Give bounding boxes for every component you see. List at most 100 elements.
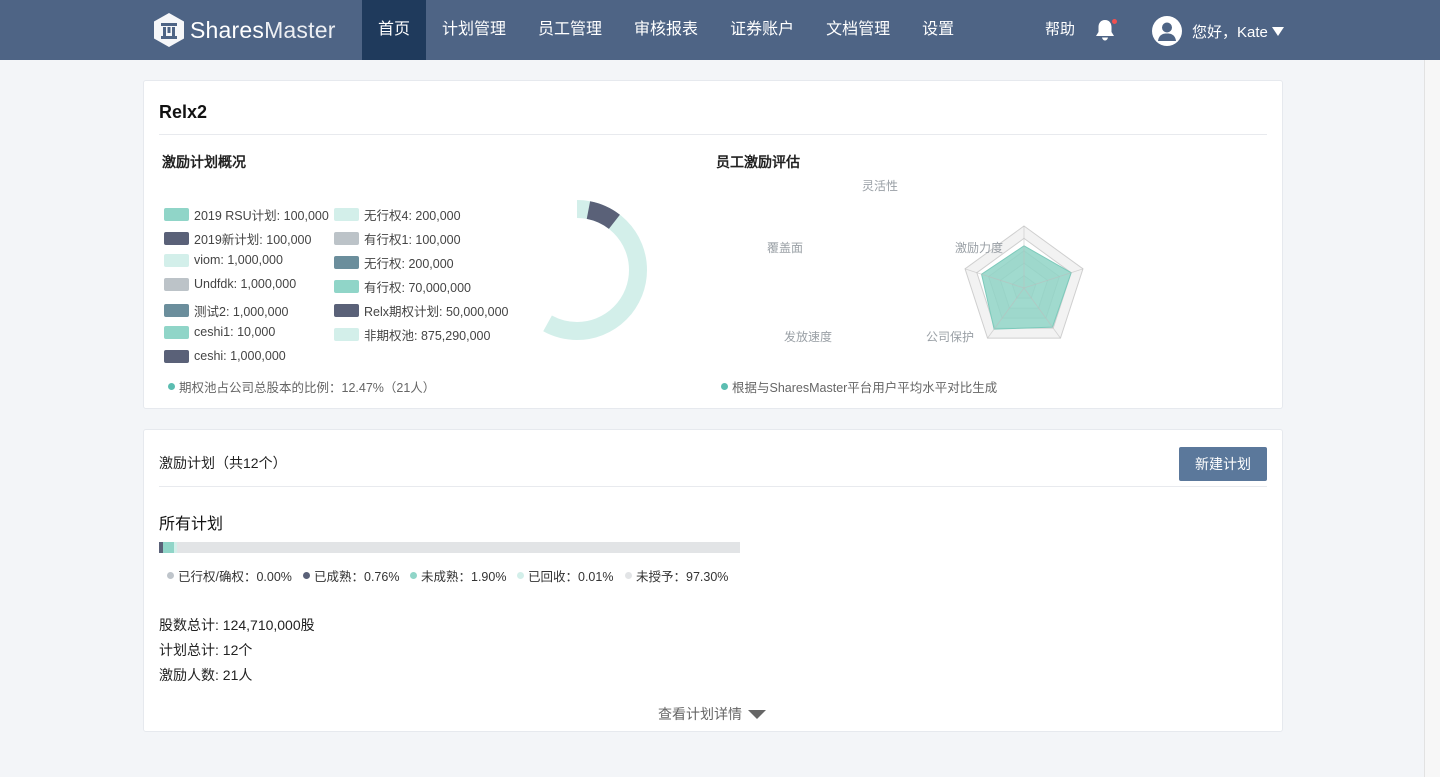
all-plans-title: 所有计划	[159, 516, 224, 533]
legend-item[interactable]: Relx期权计划: 50,000,000	[334, 301, 509, 320]
legend-swatch	[164, 253, 189, 267]
top-navbar: SharesMaster 首页 计划管理 员工管理 审核报表 证券账户 文档管理…	[0, 0, 1440, 60]
legend-swatch	[334, 280, 359, 293]
legend-item[interactable]: viom: 1,000,000	[164, 253, 283, 267]
breakdown-legend-item: 已行权/确权：0.00%	[167, 566, 292, 585]
brand-name: SharesMaster	[190, 16, 336, 43]
overview-card: Relx2 激励计划概况 2019 RSU计划: 100,000 2019新计划…	[143, 80, 1283, 409]
legend-label: 测试2: 1,000,000	[194, 305, 289, 319]
nav-item-review-reports[interactable]: 审核报表	[618, 0, 714, 60]
nav-item-document-management[interactable]: 文档管理	[810, 0, 906, 60]
breakdown-legend-item: 已成熟：0.76%	[303, 566, 399, 585]
breakdown-label: 已行权/确权：0.00%	[178, 570, 292, 584]
plan-breakdown-bar	[159, 542, 740, 553]
main-nav: 首页 计划管理 员工管理 审核报表 证券账户 文档管理 设置	[362, 0, 970, 60]
legend-dot	[410, 572, 417, 579]
legend-swatch	[334, 304, 359, 317]
legend-label: viom: 1,000,000	[194, 253, 283, 267]
nav-item-home[interactable]: 首页	[362, 0, 427, 60]
legend-swatch	[164, 232, 189, 245]
view-plan-details-link[interactable]: 查看计划详情	[658, 704, 766, 724]
legend-swatch	[164, 208, 189, 221]
nav-item-securities-account[interactable]: 证券账户	[714, 0, 810, 60]
legend-swatch	[334, 208, 359, 221]
legend-swatch	[164, 349, 189, 363]
evaluation-radar-chart	[964, 225, 1084, 339]
breakdown-label: 未成熟：1.90%	[421, 570, 507, 584]
legend-swatch	[334, 328, 359, 341]
plan-total: 计划总计: 12个	[159, 642, 253, 658]
user-greeting: 您好，Kate	[1192, 23, 1268, 41]
note-dot	[168, 383, 175, 390]
user-avatar-icon	[1152, 16, 1182, 46]
pool-ratio-text: 期权池占公司总股本的比例：12.47%（21人）	[179, 381, 436, 395]
legend-item[interactable]: 2019新计划: 100,000	[164, 229, 311, 248]
company-name: Relx2	[159, 102, 208, 122]
legend-item[interactable]: 2019 RSU计划: 100,000	[164, 205, 329, 224]
nav-item-employee-management[interactable]: 员工管理	[522, 0, 618, 60]
legend-label: 无行权4: 200,000	[364, 209, 461, 223]
legend-swatch	[164, 304, 189, 317]
nav-item-plan-management[interactable]: 计划管理	[426, 0, 522, 60]
legend-label: 2019新计划: 100,000	[194, 233, 312, 247]
notification-badge	[1112, 19, 1117, 24]
legend-item[interactable]: 无行权4: 200,000	[334, 205, 461, 224]
nav-item-settings[interactable]: 设置	[906, 0, 970, 60]
legend-label: Relx期权计划: 50,000,000	[364, 305, 509, 319]
breakdown-label: 已回收：0.01%	[528, 570, 614, 584]
radar-label-company-protection: 公司保护	[926, 330, 975, 344]
legend-label: 有行权: 70,000,000	[364, 281, 472, 295]
radar-label-flexibility: 灵活性	[862, 179, 899, 193]
legend-item[interactable]: ceshi1: 10,000	[164, 325, 275, 339]
legend-item[interactable]: Undfdk: 1,000,000	[164, 277, 296, 291]
breakdown-label: 未授予：97.30%	[636, 570, 729, 584]
legend-dot	[625, 572, 632, 579]
legend-item[interactable]: ceshi: 1,000,000	[164, 349, 286, 363]
legend-item[interactable]: 测试2: 1,000,000	[164, 301, 289, 320]
evaluation-title: 员工激励评估	[716, 154, 800, 170]
plans-header: 激励计划（共12个）	[159, 455, 287, 471]
legend-label: 非期权池: 875,290,000	[364, 329, 491, 343]
page-scrollbar[interactable]	[1424, 60, 1440, 777]
evaluation-note: 根据与SharesMaster平台用户平均水平对比生成	[721, 377, 997, 396]
legend-dot	[303, 572, 310, 579]
breakdown-label: 已成熟：0.76%	[314, 570, 400, 584]
legend-item[interactable]: 有行权: 70,000,000	[334, 277, 471, 296]
legend-dot	[517, 572, 524, 579]
breakdown-legend-item: 已回收：0.01%	[517, 566, 613, 585]
help-link[interactable]: 帮助	[1045, 0, 1075, 60]
legend-label: 有行权1: 100,000	[364, 233, 461, 247]
pool-ratio-note: 期权池占公司总股本的比例：12.47%（21人）	[168, 377, 435, 396]
bar-segment	[163, 542, 175, 553]
legend-item[interactable]: 无行权: 200,000	[334, 253, 454, 272]
people-total: 激励人数: 21人	[159, 667, 253, 683]
legend-swatch	[164, 277, 189, 291]
user-menu[interactable]: 您好，Kate	[1152, 16, 1284, 46]
chevron-down-icon	[1271, 26, 1284, 36]
view-details-label: 查看计划详情	[658, 706, 742, 722]
breakdown-legend-item: 未成熟：1.90%	[410, 566, 506, 585]
overview-divider	[159, 134, 1267, 135]
chevron-down-icon	[748, 709, 766, 719]
brand-logo[interactable]: SharesMaster	[152, 12, 336, 48]
sharesmaster-logo-icon	[154, 13, 184, 47]
bar-segment	[177, 542, 740, 553]
donut-highlight-segment	[507, 200, 647, 340]
legend-item[interactable]: 有行权1: 100,000	[334, 229, 461, 248]
legend-item[interactable]: 非期权池: 875,290,000	[334, 325, 490, 344]
shares-total: 股数总计: 124,710,000股	[159, 617, 315, 633]
evaluation-note-text: 根据与SharesMaster平台用户平均水平对比生成	[732, 381, 998, 395]
radar-label-intensity: 激励力度	[955, 241, 1004, 255]
radar-label-coverage: 覆盖面	[767, 241, 804, 255]
breakdown-legend-item: 未授予：97.30%	[625, 566, 728, 585]
legend-swatch	[164, 325, 189, 339]
legend-dot	[167, 572, 174, 579]
legend-label: ceshi: 1,000,000	[194, 349, 286, 363]
legend-label: 2019 RSU计划: 100,000	[194, 209, 329, 223]
legend-label: Undfdk: 1,000,000	[194, 277, 297, 291]
legend-swatch	[334, 256, 359, 269]
legend-label: ceshi1: 10,000	[194, 325, 276, 339]
notifications-button[interactable]	[1094, 18, 1117, 42]
new-plan-button[interactable]: 新建计划	[1179, 447, 1267, 481]
legend-label: 无行权: 200,000	[364, 257, 454, 271]
